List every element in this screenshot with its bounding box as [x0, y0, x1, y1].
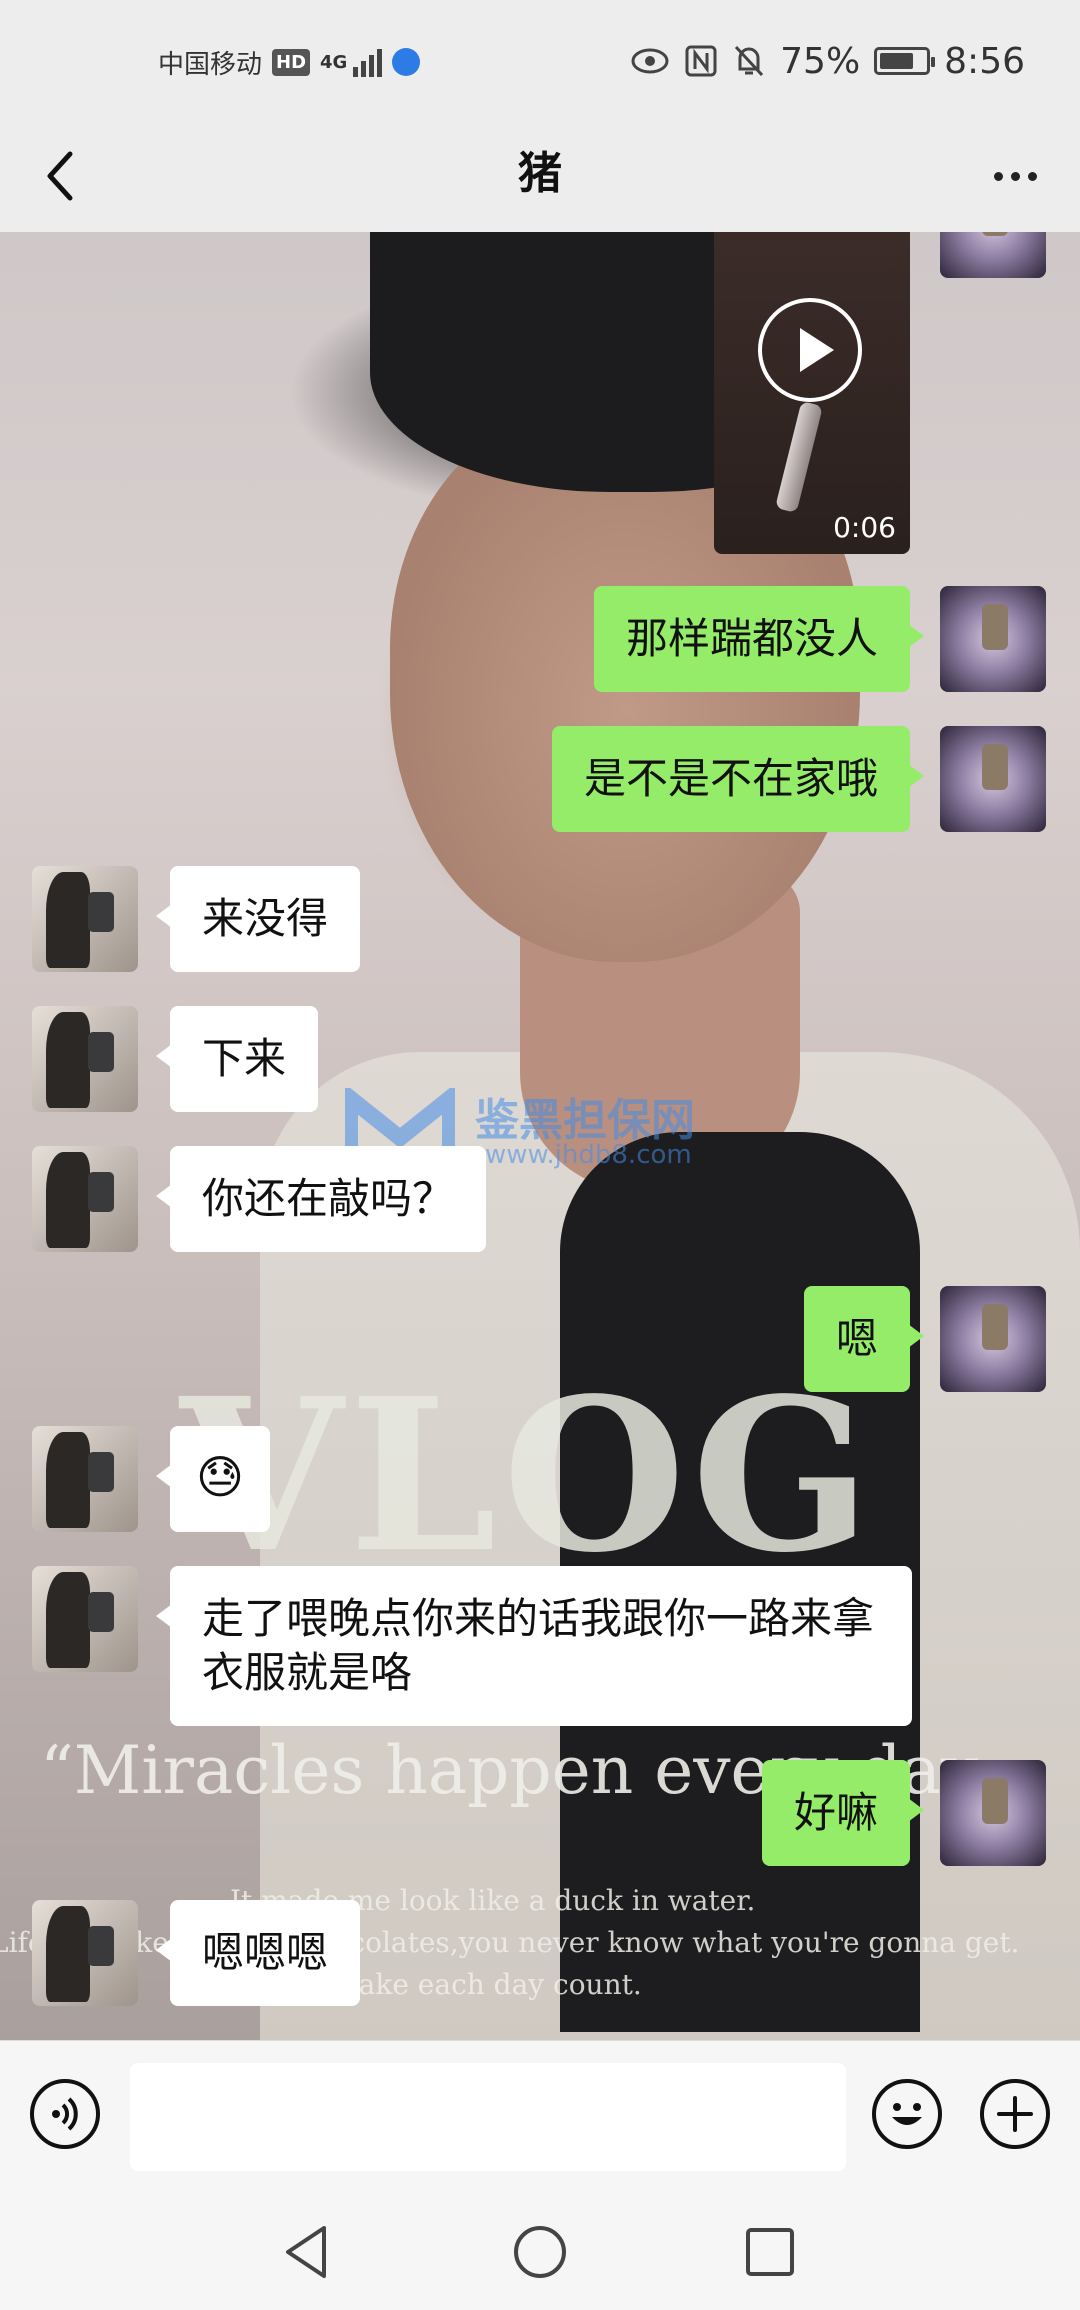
play-icon[interactable]: [758, 298, 862, 402]
signal-icon: [353, 47, 383, 77]
contact-avatar[interactable]: [32, 1566, 138, 1672]
contact-avatar[interactable]: [32, 1900, 138, 2006]
message-bubble-received[interactable]: 嗯嗯嗯: [155, 1900, 361, 2006]
message-input[interactable]: [130, 2063, 846, 2171]
battery-icon: [874, 47, 936, 75]
contact-avatar[interactable]: [32, 1006, 138, 1112]
battery-percent: 75%: [780, 40, 861, 82]
chat-area[interactable]: VLOG “Miracles happen every day. It made…: [0, 232, 1080, 2040]
mute-bell-icon: [735, 45, 764, 77]
emoji-button[interactable]: [872, 2079, 942, 2149]
voice-icon: [52, 2097, 78, 2131]
emoji-message[interactable]: 😓: [156, 1426, 270, 1532]
background-vlog-text: VLOG: [180, 1352, 877, 1599]
message-bubble-received[interactable]: 下来: [155, 1006, 319, 1112]
contact-avatar[interactable]: [32, 1146, 138, 1252]
message-bubble-received[interactable]: 你还在敲吗？: [155, 1146, 487, 1252]
my-avatar[interactable]: [940, 1286, 1046, 1392]
my-avatar[interactable]: [940, 586, 1046, 692]
status-bar: 中国移动 HD 4G 75% 8:56: [0, 0, 1080, 120]
my-avatar[interactable]: [940, 726, 1046, 832]
message-bubble-received[interactable]: 来没得: [155, 866, 361, 972]
contact-avatar[interactable]: [32, 1426, 138, 1532]
message-bubble-sent[interactable]: 那样踹都没人: [593, 586, 925, 692]
more-functions-button[interactable]: [980, 2079, 1050, 2149]
smiley-icon: [892, 2103, 922, 2125]
background-line-3: Make each day count.: [330, 1968, 642, 2001]
my-avatar[interactable]: [940, 232, 1046, 278]
nav-back-icon[interactable]: [276, 2220, 340, 2284]
hd-badge: HD: [272, 48, 311, 76]
clock: 8:56: [944, 40, 1025, 82]
carrier-label: 中国移动: [158, 49, 263, 80]
background-line-2: Life was like a box of chocolates,you ne…: [0, 1926, 1020, 1959]
video-message[interactable]: 0:06: [714, 232, 910, 554]
chat-header: 猪: [0, 120, 1080, 232]
more-options-button[interactable]: [980, 144, 1050, 208]
message-bubble-sent[interactable]: 好嘛: [761, 1760, 925, 1866]
status-left: 中国移动 HD 4G: [158, 40, 421, 84]
video-duration: 0:06: [833, 511, 896, 544]
message-bubble-sent[interactable]: 嗯: [803, 1286, 925, 1392]
input-bar: [0, 2040, 1080, 2191]
network-type: 4G: [320, 51, 348, 73]
nav-recents-icon[interactable]: [738, 2220, 802, 2284]
message-bubble-sent[interactable]: 是不是不在家哦: [551, 726, 925, 832]
browser-icon: [392, 48, 421, 76]
system-nav-bar: [0, 2190, 1080, 2310]
status-right: 75% 8:56: [630, 36, 1025, 86]
chat-title: 猪: [518, 148, 562, 199]
contact-avatar[interactable]: [32, 866, 138, 972]
nav-home-icon[interactable]: [508, 2220, 572, 2284]
nfc-icon: [685, 45, 717, 77]
voice-input-button[interactable]: [30, 2079, 100, 2149]
eye-icon: [631, 48, 669, 74]
my-avatar[interactable]: [940, 1760, 1046, 1866]
message-bubble-received[interactable]: 走了喂晚点你来的话我跟你一路来拿衣服就是咯: [156, 1566, 912, 1726]
plus-icon: [997, 2096, 1033, 2132]
